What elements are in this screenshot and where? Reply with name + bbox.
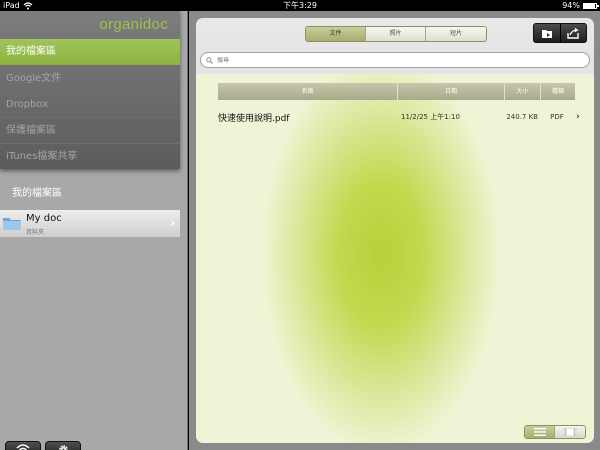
tab-photos[interactable]: 照片 [366,27,426,41]
logo-text: organidoc [99,16,168,33]
tab-documents[interactable]: 文件 [306,27,366,41]
thumbnail-view-button[interactable] [555,426,585,438]
file-list: 名稱 日期 大小 種類 快速使用說明.pdf 11/2/25 上午1:10 24… [196,74,594,443]
content-area: 文件 照片 短片 搜尋 名稱 日期 大小 種類 快速使用說明.pdf 11/2/… [196,18,594,443]
status-bar: iPad 下午3:29 94% [0,0,600,11]
file-type: PDF [550,113,564,121]
wifi-button[interactable] [5,441,41,450]
add-folder-icon [541,29,552,38]
search-icon [206,56,213,64]
settings-button[interactable] [45,441,81,450]
toolbar-actions [533,23,587,43]
battery-percent: 94% [562,1,580,10]
source-item-itunes-sharing[interactable]: iTunes檔案共享 [0,143,180,169]
folder-name: My doc [26,213,62,224]
share-icon [567,27,580,39]
media-tabs: 文件 照片 短片 [305,26,487,42]
view-mode-toggle [524,425,586,439]
add-folder-button[interactable] [534,24,561,42]
search-input[interactable] [217,56,517,64]
folder-icon [3,218,21,230]
source-list: organidoc 我的檔案區 Google文件 Dropbox 保護檔案區 i… [0,11,180,169]
status-time: 下午3:29 [283,1,317,10]
section-title: 我的檔案區 [12,188,62,199]
tab-videos[interactable]: 短片 [426,27,486,41]
share-button[interactable] [561,24,587,42]
column-header-size[interactable]: 大小 [505,83,541,100]
table-row[interactable]: 快速使用說明.pdf 11/2/25 上午1:10 240.7 KB PDF › [218,110,586,124]
source-item-my-files[interactable]: 我的檔案區 [0,39,180,65]
battery-icon [583,2,599,9]
chevron-right-icon: › [170,216,175,230]
column-header-date[interactable]: 日期 [398,83,505,100]
source-item-dropbox[interactable]: Dropbox [0,91,180,117]
column-header-type[interactable]: 種類 [541,83,575,100]
file-size: 240.7 KB [506,113,538,121]
folder-row[interactable]: My doc 資料夾 › [0,210,180,237]
search-bar [200,52,590,68]
file-name: 快速使用說明.pdf [218,113,290,124]
table-header: 名稱 日期 大小 種類 [218,83,575,100]
source-item-protected[interactable]: 保護檔案區 [0,117,180,143]
folder-subtitle: 資料夾 [26,229,45,236]
wifi-icon [16,444,30,450]
file-date: 11/2/25 上午1:10 [401,113,460,121]
chevron-right-icon: › [576,112,580,122]
gear-icon [58,444,68,450]
thumbnail-view-icon [563,428,577,436]
column-header-name[interactable]: 名稱 [218,83,398,100]
app-logo: organidoc [99,16,168,38]
main-panel: 文件 照片 短片 搜尋 名稱 日期 大小 種類 快速使用說明.pdf 11/2/… [189,11,600,450]
list-view-button[interactable] [525,426,555,438]
list-view-icon [533,428,546,436]
sidebar: organidoc 我的檔案區 Google文件 Dropbox 保護檔案區 i… [0,11,188,450]
source-item-google-docs[interactable]: Google文件 [0,65,180,91]
